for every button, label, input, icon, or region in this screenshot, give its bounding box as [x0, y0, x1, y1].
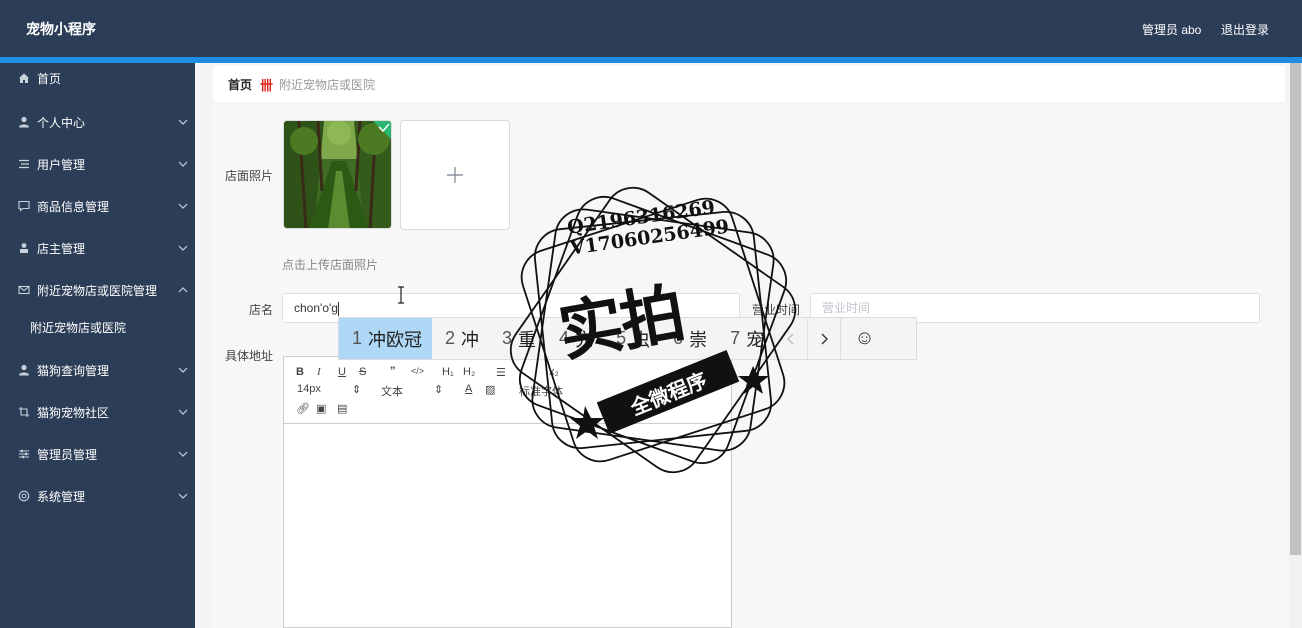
chevron-updown-icon: ⇕ [434, 384, 444, 396]
ime-candidate[interactable]: 1 冲欧冠 [339, 318, 433, 359]
chevron-down-icon [178, 245, 188, 251]
photo-label: 店面照片 [225, 169, 274, 183]
user-icon [18, 364, 30, 376]
strikethrough-icon[interactable]: S [359, 366, 366, 378]
sidebar-item-profile[interactable]: 个人中心 [0, 107, 195, 137]
sidebar-item-admins[interactable]: 管理员管理 [0, 439, 195, 469]
blockquote-icon[interactable]: ” [390, 365, 396, 377]
paragraph-select[interactable]: 文本 [381, 383, 403, 399]
code-icon[interactable]: </> [411, 366, 424, 376]
chevron-up-icon [178, 287, 188, 293]
hours-label: 营业时间 [752, 303, 801, 317]
emoji-icon[interactable]: ☺ [840, 318, 888, 359]
font-family-select[interactable]: 标准字体 [519, 383, 563, 399]
sidebar-item-products[interactable]: 商品信息管理 [0, 191, 195, 221]
background-color-icon[interactable]: ▨ [485, 383, 495, 396]
breadcrumb-separator-icon: 卌 [260, 77, 274, 93]
video-icon[interactable]: ▤ [337, 402, 347, 415]
user-icon [18, 116, 30, 128]
sidebar: 首页 个人中心 用户管理 商品信息管理 店主管理 附近宠物店或医院管理 附近宠物… [0, 63, 195, 628]
sidebar-item-label: 用户管理 [37, 157, 86, 172]
sidebar-item-label: 猫狗宠物社区 [37, 405, 110, 420]
breadcrumb-current: 附近宠物店或医院 [279, 77, 376, 92]
ordered-list-icon[interactable]: ☰ [496, 366, 506, 379]
chevron-down-icon [178, 203, 188, 209]
upload-photo-button[interactable] [400, 120, 510, 230]
logout-link[interactable]: 退出登录 [1221, 21, 1269, 38]
sidebar-item-label: 店主管理 [37, 241, 86, 256]
sliders-icon [18, 448, 30, 460]
store-name-value: chon'o'g [294, 301, 338, 315]
ime-prev-button[interactable] [774, 318, 807, 359]
sidebar-item-nearby-shops[interactable]: 附近宠物店或医院管理 [0, 275, 195, 305]
breadcrumb-home[interactable]: 首页 [228, 76, 252, 93]
sidebar-item-pet-query[interactable]: 猫狗查询管理 [0, 355, 195, 385]
ime-candidate[interactable]: 3重 [489, 318, 546, 359]
sidebar-item-label: 猫狗查询管理 [37, 363, 110, 378]
breadcrumb: 首页 卌 附近宠物店或医院 [213, 66, 1285, 102]
top-bar: 宠物小程序 管理员 abo 退出登录 [0, 0, 1302, 57]
image-icon[interactable]: ▣ [316, 402, 326, 415]
ime-candidate[interactable]: 6崇 [660, 318, 717, 359]
sidebar-item-shop-owners[interactable]: 店主管理 [0, 233, 195, 263]
person-icon [18, 242, 30, 254]
sidebar-item-label: 系统管理 [37, 489, 86, 504]
ime-candidate-bar: 1 冲欧冠 2冲 3重 4充 5虫 6崇 7宠 ☺ [338, 317, 917, 360]
ime-candidate[interactable]: 7宠 [717, 318, 774, 359]
editor-toolbar: B I U S ” </> H₁ H₂ ☰ x₂ 14px ⇕ 文本 ⇕ A ▨… [284, 357, 731, 424]
heading1-icon[interactable]: H₁ [442, 366, 454, 378]
bold-icon[interactable]: B [296, 366, 304, 378]
store-photo-thumbnail[interactable] [283, 120, 392, 229]
crop-icon [18, 406, 30, 418]
sidebar-item-label: 首页 [37, 71, 62, 86]
subscript-icon[interactable]: x₂ [549, 366, 559, 378]
chevron-down-icon [178, 409, 188, 415]
admin-label: 管理员 abo [1142, 23, 1202, 37]
upload-hint: 点击上传店面照片 [282, 258, 379, 272]
sidebar-item-home[interactable]: 首页 [0, 63, 195, 93]
ime-candidate[interactable]: 5虫 [603, 318, 660, 359]
name-label: 店名 [249, 303, 274, 317]
ime-candidate[interactable]: 2冲 [432, 318, 489, 359]
chevron-down-icon [178, 493, 188, 499]
ime-next-button[interactable] [807, 318, 840, 359]
chevron-down-icon [178, 161, 188, 167]
heading2-icon[interactable]: H₂ [463, 366, 475, 378]
page-scrollbar[interactable] [1289, 63, 1302, 628]
sidebar-item-label: 商品信息管理 [37, 199, 110, 214]
chevron-updown-icon: ⇕ [352, 384, 362, 396]
scrollbar-thumb[interactable] [1290, 63, 1301, 555]
chevron-down-icon [178, 119, 188, 125]
address-label: 具体地址 [225, 349, 274, 363]
chevron-down-icon [178, 367, 188, 373]
chat-icon [18, 200, 30, 212]
gear-icon [18, 490, 30, 502]
chevron-left-icon [787, 333, 794, 344]
sidebar-item-label: 管理员管理 [37, 447, 98, 462]
sidebar-subitem-nearby-shops[interactable]: 附近宠物店或医院 [0, 312, 195, 342]
sidebar-item-system[interactable]: 系统管理 [0, 481, 195, 511]
app-title: 宠物小程序 [26, 21, 96, 37]
plus-icon [447, 167, 463, 183]
font-color-icon[interactable]: A [465, 383, 472, 395]
sidebar-item-label: 附近宠物店或医院管理 [37, 283, 158, 298]
sidebar-item-label: 个人中心 [37, 115, 86, 130]
sidebar-item-users[interactable]: 用户管理 [0, 149, 195, 179]
sidebar-item-pet-community[interactable]: 猫狗宠物社区 [0, 397, 195, 427]
list-icon [18, 158, 30, 170]
italic-icon[interactable]: I [317, 366, 321, 378]
chevron-down-icon [178, 451, 188, 457]
text-caret [337, 301, 339, 316]
rich-text-editor[interactable]: B I U S ” </> H₁ H₂ ☰ x₂ 14px ⇕ 文本 ⇕ A ▨… [283, 356, 732, 628]
font-size-select[interactable]: 14px [297, 383, 321, 395]
link-icon[interactable]: 🔗︎ [296, 402, 310, 415]
underline-icon[interactable]: U [338, 366, 346, 378]
mail-icon [18, 284, 30, 296]
text-cursor-icon [398, 286, 404, 304]
home-icon [18, 72, 30, 84]
chevron-right-icon [821, 333, 829, 344]
ime-candidate[interactable]: 4充 [546, 318, 603, 359]
sidebar-subitem-label: 附近宠物店或医院 [30, 320, 127, 335]
